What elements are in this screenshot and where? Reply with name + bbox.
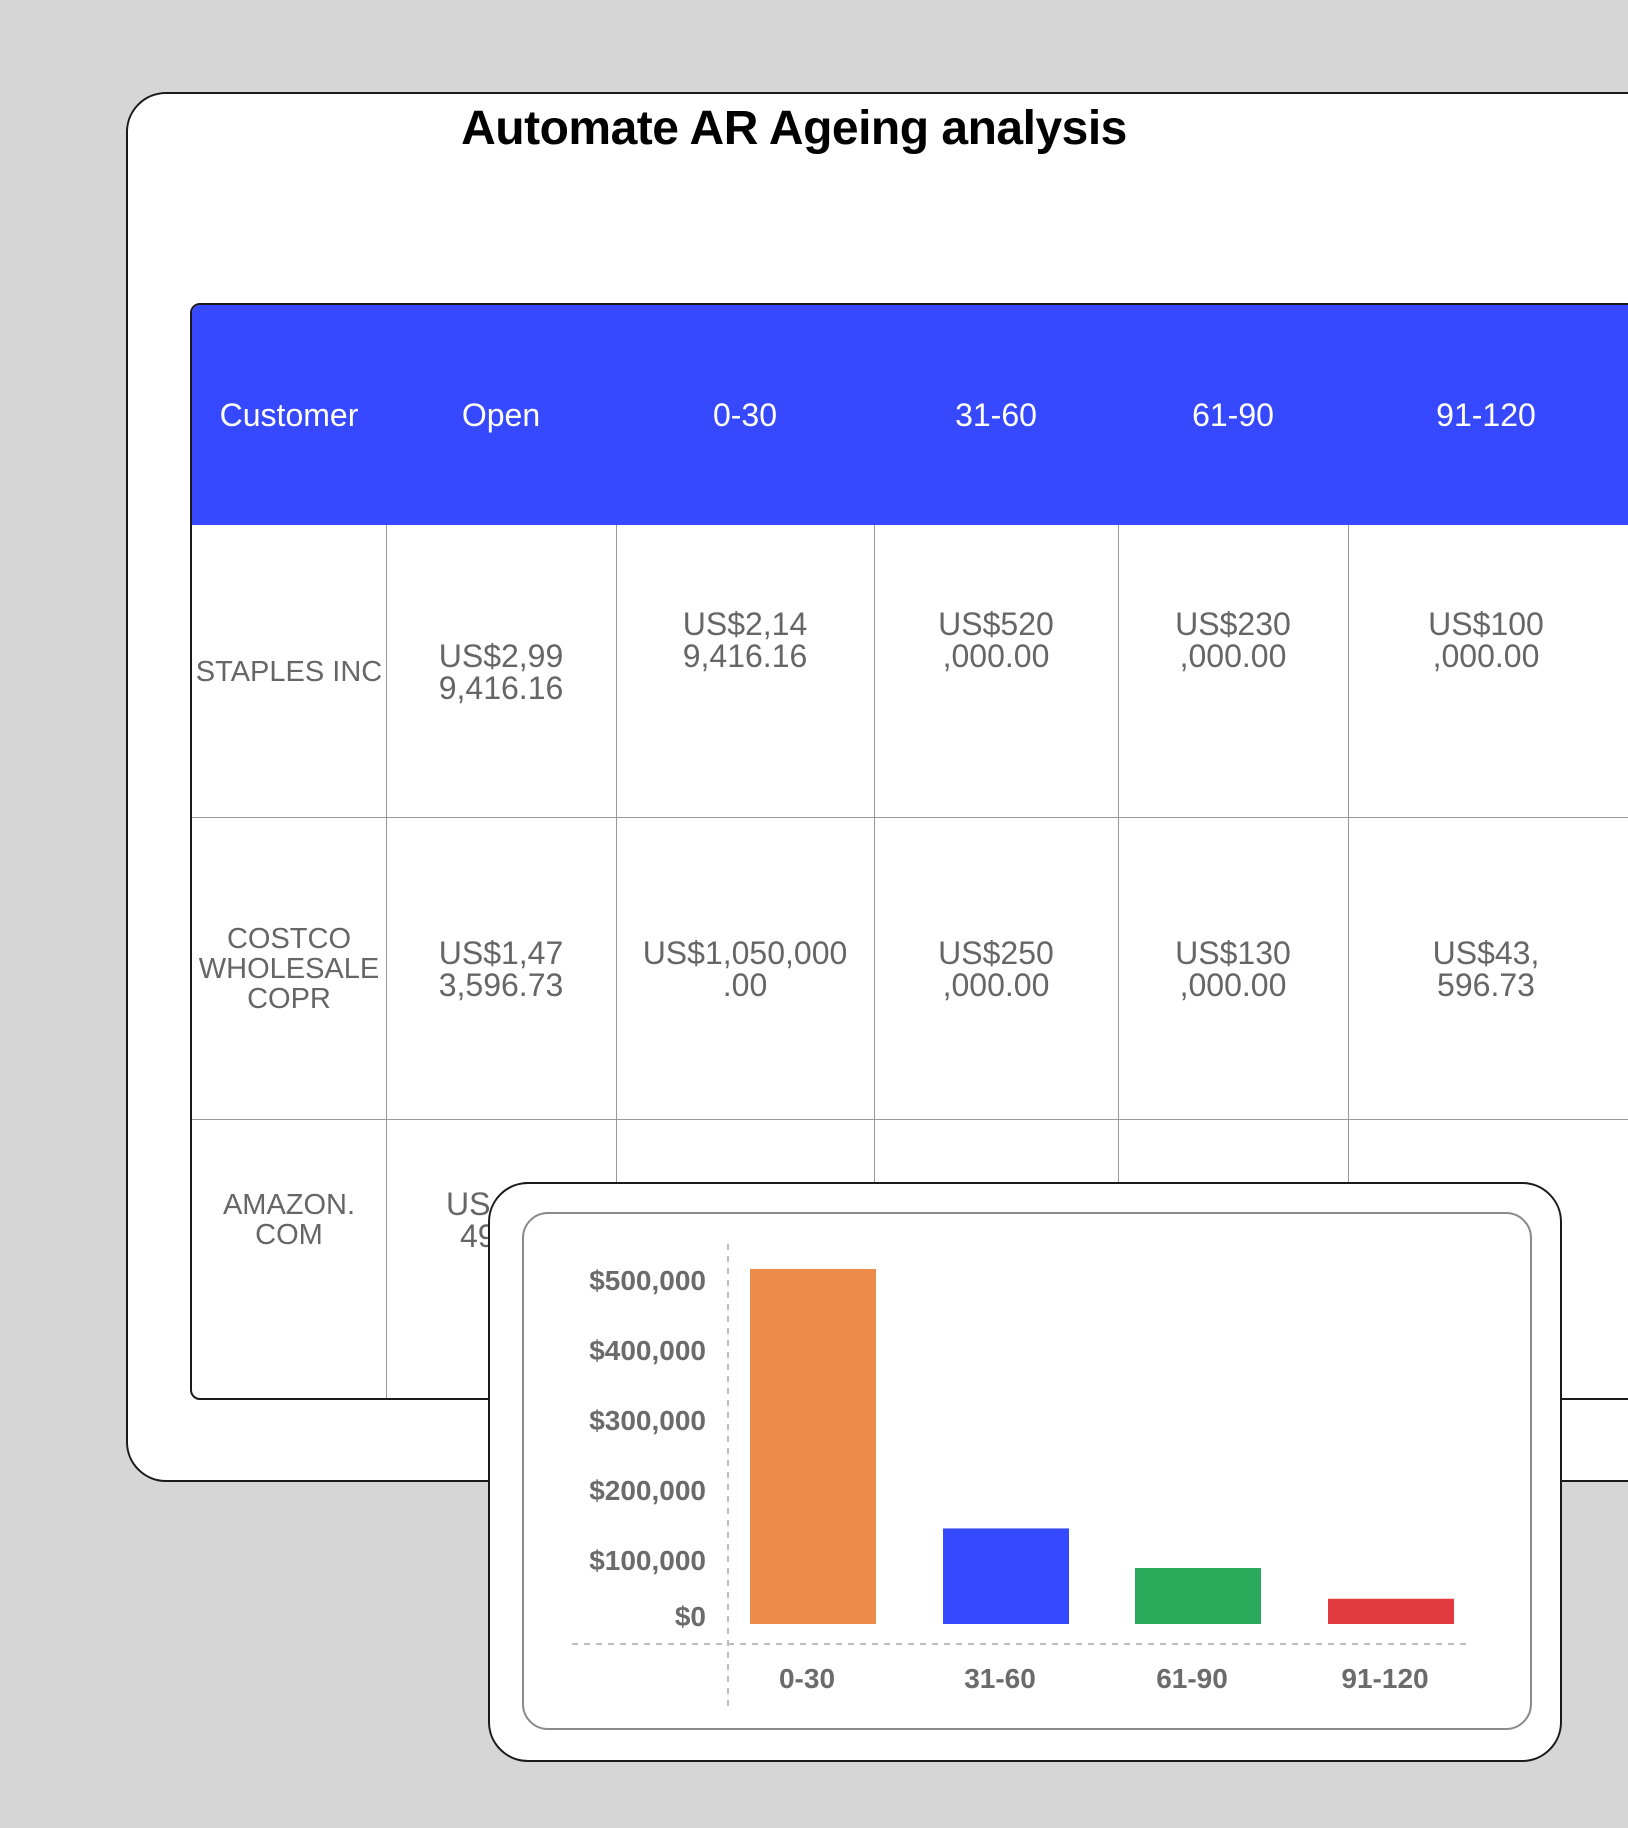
y-tick-label: $200,000 [589, 1475, 706, 1506]
bar-91-120 [1328, 1598, 1454, 1624]
amount-line: US$520 [938, 606, 1054, 642]
customer-name-line: COPR [247, 982, 331, 1015]
y-tick-label: $300,000 [589, 1405, 706, 1436]
amount-line: .00 [722, 966, 768, 1003]
amount-line: 3,596.73 [438, 966, 564, 1003]
customer-name-line: COM [255, 1219, 323, 1251]
customer-name-line: COSTCO [226, 922, 352, 955]
customer-name-line: STAPLES INC [195, 656, 383, 688]
bar-61-90 [1135, 1568, 1261, 1624]
header-91-120[interactable]: 91-120 [1348, 305, 1624, 525]
ageing-bar-chart: $0 $100,000 $200,000 $300,000 $400,000 $500,0… [522, 1212, 1532, 1730]
amount-line: US$250 [938, 934, 1054, 971]
amount-line: ,000.00 [1432, 638, 1540, 674]
customer-cell-amazon: AMAZON. COM [192, 1120, 386, 1320]
header-customer[interactable]: Customer [192, 305, 386, 525]
y-tick-label: $0 [675, 1601, 706, 1632]
bucket-61-90-cell: US$230,000.00 [1118, 495, 1348, 785]
bar-0-30 [750, 1269, 876, 1624]
customer-name-line: AMAZON. [222, 1189, 356, 1221]
bucket-31-60-cell: US$520,000.00 [874, 495, 1118, 785]
header-open[interactable]: Open [386, 305, 616, 525]
amount-line: US$1,47 [438, 934, 564, 971]
header-0-30[interactable]: 0-30 [616, 305, 874, 525]
x-tick-label: 91-120 [1341, 1663, 1428, 1694]
amount-line: US$1,050,000 [642, 934, 848, 971]
bucket-0-30-cell: US$1,050,000.00 [616, 818, 874, 1119]
header-61-90[interactable]: 61-90 [1118, 305, 1348, 525]
page-title: Automate AR Ageing analysis [461, 102, 1127, 155]
amount-line: 596.73 [1437, 966, 1535, 1003]
bucket-0-30-cell: US$2,14 9,416.16 [616, 495, 874, 785]
amount-line: US$2,14 [682, 606, 808, 642]
open-cell: US$2,99 9,416.16 [386, 527, 616, 817]
amount-line: ,000.00 [942, 966, 1050, 1003]
amount-line: 9,416.16 [682, 638, 808, 674]
bucket-31-60-cell: US$250,000.00 [874, 818, 1118, 1119]
amount-line: ,000.00 [1179, 966, 1287, 1003]
x-tick-label: 0-30 [779, 1663, 835, 1694]
bucket-91-120-cell: US$43, 596.73 [1348, 818, 1624, 1119]
x-tick-label: 61-90 [1156, 1663, 1228, 1694]
customer-name-line: WHOLESALE [198, 952, 380, 985]
y-tick-label: $400,000 [589, 1335, 706, 1366]
bucket-61-90-cell: US$130,000.00 [1118, 818, 1348, 1119]
y-tick-label: $100,000 [589, 1545, 706, 1576]
amount-line: ,000.00 [1179, 638, 1287, 674]
amount-line: ,000.00 [942, 638, 1050, 674]
amount-line: 9,416.16 [438, 670, 564, 706]
bucket-91-120-cell: US$100,000.00 [1348, 495, 1624, 785]
y-tick-label: $500,000 [589, 1265, 706, 1296]
customer-cell-costco: COSTCO WHOLESALE COPR [192, 818, 386, 1119]
chart-svg: $0 $100,000 $200,000 $300,000 $400,000 $500,0… [572, 1244, 1470, 1708]
amount-line: US$230 [1175, 606, 1291, 642]
amount-line: US$43, [1432, 934, 1540, 971]
amount-line: US$100 [1428, 606, 1544, 642]
table-header-row: Customer Open 0-30 31-60 61-90 91-120 [192, 305, 1628, 525]
open-cell: US$1,47 3,596.73 [386, 818, 616, 1119]
customer-cell-staples: STAPLES INC [192, 527, 386, 817]
amount-line: US$130 [1175, 934, 1291, 971]
header-31-60[interactable]: 31-60 [874, 305, 1118, 525]
x-tick-label: 31-60 [964, 1663, 1036, 1694]
bar-31-60 [943, 1528, 1069, 1624]
amount-line: US$2,99 [438, 638, 564, 674]
